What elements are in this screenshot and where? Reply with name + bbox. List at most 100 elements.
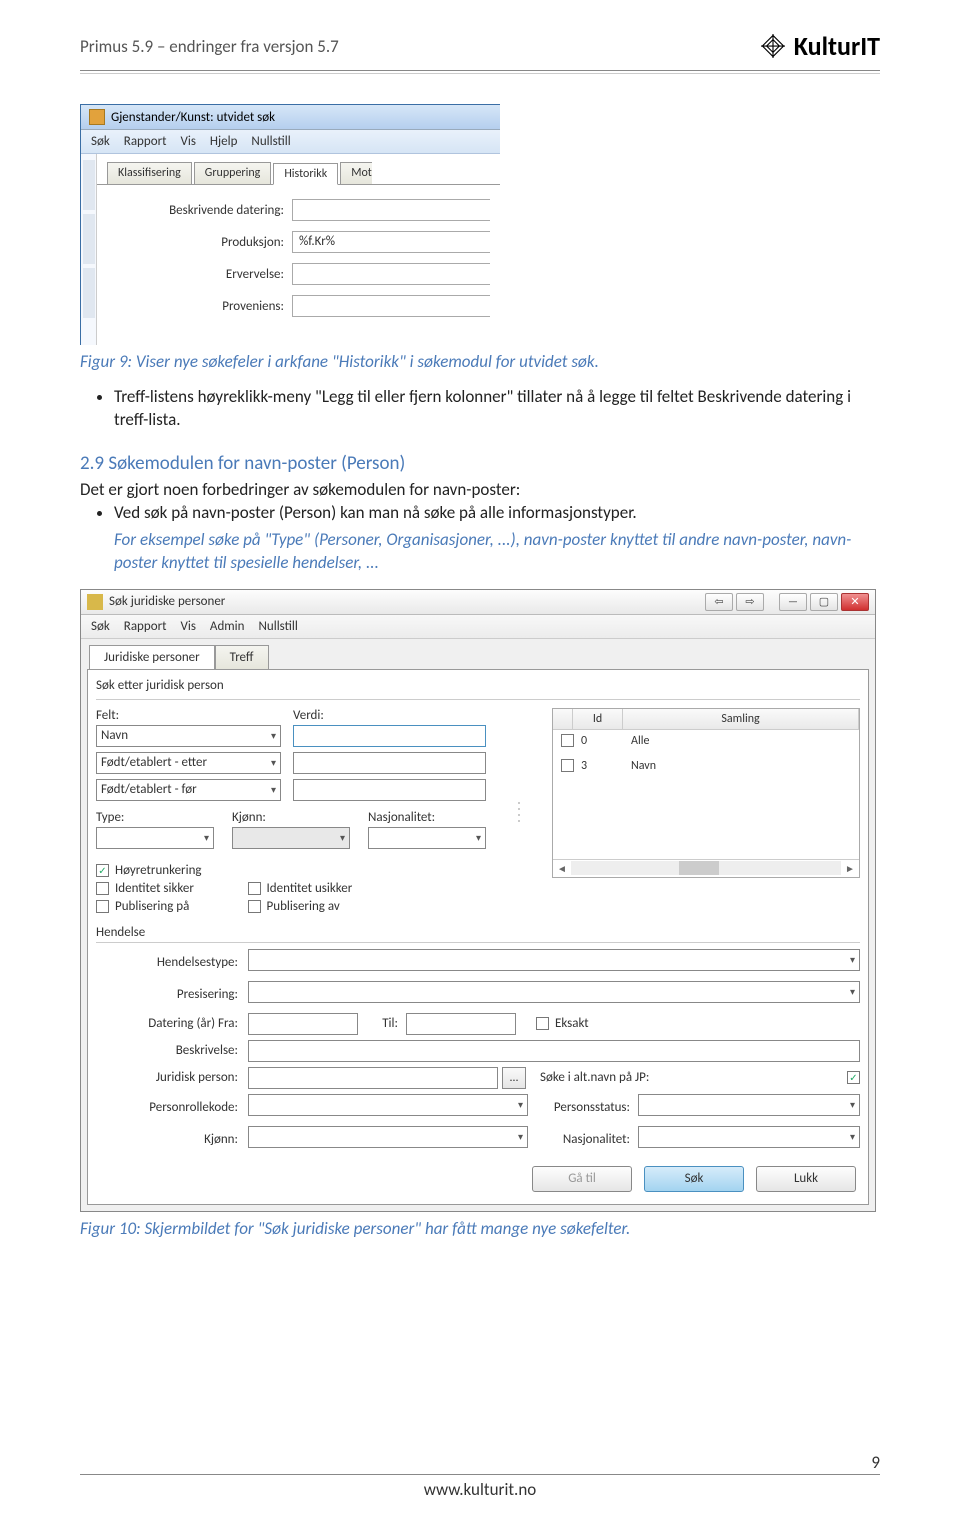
checkbox-identitet-usikker[interactable] xyxy=(248,882,261,895)
table-row[interactable]: 0 Alle xyxy=(553,730,859,755)
combo-personsstatus[interactable] xyxy=(638,1094,860,1116)
browse-button[interactable]: … xyxy=(502,1067,526,1089)
menu-vis[interactable]: Vis xyxy=(180,134,195,149)
app-icon xyxy=(89,109,105,125)
tab-gruppering[interactable]: Gruppering xyxy=(194,162,272,184)
window-title-2: Søk juridiske personer xyxy=(109,594,225,609)
menu-rapport[interactable]: Rapport xyxy=(124,134,167,149)
th-id[interactable]: Id xyxy=(573,709,623,729)
input-verdi-1[interactable] xyxy=(293,725,486,747)
checkbox-hoyretrunkering[interactable]: ✓ xyxy=(96,864,109,877)
tab-klassifisering[interactable]: Klassifisering xyxy=(107,162,192,184)
tab-historikk[interactable]: Historikk xyxy=(273,163,338,185)
screenshot-historikk-window: Gjenstander/Kunst: utvidet søk Søk Rappo… xyxy=(80,104,500,345)
input-datering-til[interactable] xyxy=(406,1013,516,1035)
combo-personrollekode[interactable] xyxy=(248,1094,528,1116)
cb-label-identitet-usikker: Identitet usikker xyxy=(267,881,353,896)
nav-fwd-button[interactable]: ⇨ xyxy=(736,593,764,611)
cb-label-eksakt: Eksakt xyxy=(555,1016,589,1031)
section-heading-2-9: 2.9 Søkemodulen for navn-poster (Person) xyxy=(80,452,880,475)
lukk-button[interactable]: Lukk xyxy=(756,1166,856,1192)
th-samling[interactable]: Samling xyxy=(623,709,859,729)
menu2-sok[interactable]: Søk xyxy=(91,619,110,634)
header-rule xyxy=(80,70,880,71)
label-hendelsestype: Hendelsestype: xyxy=(96,955,248,970)
bullet-item-2: Ved søk på navn-poster (Person) kan man … xyxy=(114,502,880,525)
input-juridisk-person[interactable] xyxy=(248,1067,498,1089)
input-verdi-2[interactable] xyxy=(293,752,486,774)
minimize-button[interactable]: — xyxy=(779,593,807,611)
label-soke-altnavn: Søke i alt.navn på JP: xyxy=(526,1070,847,1085)
combo-hendelsestype[interactable] xyxy=(248,949,860,971)
checkbox-identitet-sikker[interactable] xyxy=(96,882,109,895)
maximize-button[interactable]: ▢ xyxy=(810,593,838,611)
window-titlebar-2: Søk juridiske personer ⇦ ⇨ — ▢ ✕ xyxy=(81,590,875,615)
label-type: Type: xyxy=(96,810,214,825)
label-nasjonalitet-2: Nasjonalitet: xyxy=(528,1132,638,1147)
menu2-rapport[interactable]: Rapport xyxy=(124,619,167,634)
example-text: For eksempel søke på "Type" (Personer, O… xyxy=(114,529,880,575)
checkbox-soke-altnavn[interactable]: ✓ xyxy=(847,1071,860,1084)
label-ervervelse: Ervervelse: xyxy=(107,267,292,282)
input-ervervelse[interactable] xyxy=(292,263,490,285)
checkbox-publisering-av[interactable] xyxy=(248,900,261,913)
checkbox-eksakt[interactable] xyxy=(536,1017,549,1030)
label-proveniens: Proveniens: xyxy=(107,299,292,314)
label-personsstatus: Personsstatus: xyxy=(528,1100,638,1115)
cell-name: Navn xyxy=(623,757,859,778)
menu2-vis[interactable]: Vis xyxy=(180,619,195,634)
cb-label-publisering-pa: Publisering på xyxy=(115,899,189,914)
bullet-item-1: Treff-listens høyreklikk-meny "Legg til … xyxy=(114,386,880,432)
input-beskrivelse[interactable] xyxy=(248,1040,860,1062)
checkbox-publisering-pa[interactable] xyxy=(96,900,109,913)
tab-treff[interactable]: Treff xyxy=(215,645,269,669)
figure-caption-9: Figur 9: Viser nye søkefeler i arkfane "… xyxy=(80,351,880,372)
combo-felt-navn[interactable]: Navn xyxy=(96,725,281,747)
cell-id: 3 xyxy=(573,757,623,778)
tab-juridiske-personer[interactable]: Juridiske personer xyxy=(89,645,215,669)
menubar-2: Søk Rapport Vis Admin Nullstill xyxy=(81,615,875,639)
window-title: Gjenstander/Kunst: utvidet søk xyxy=(111,110,275,125)
intro-paragraph: Det er gjort noen forbedringer av søkemo… xyxy=(80,479,880,502)
cell-id: 0 xyxy=(573,732,623,753)
combo-kjonn[interactable] xyxy=(232,827,350,849)
menu-sok[interactable]: Søk xyxy=(91,134,110,149)
table-row[interactable]: 3 Navn xyxy=(553,755,859,780)
brand-logo: KulturIT xyxy=(758,30,880,62)
combo-felt-fodt-for[interactable]: Født/etablert - før xyxy=(96,779,281,801)
splitter-handle[interactable] xyxy=(514,708,524,917)
combo-felt-fodt-etter[interactable]: Født/etablert - etter xyxy=(96,752,281,774)
combo-presisering[interactable] xyxy=(248,981,860,1003)
input-proveniens[interactable] xyxy=(292,295,490,317)
label-presisering: Presisering: xyxy=(96,987,248,1002)
screenshot-juridiske-window: Søk juridiske personer ⇦ ⇨ — ▢ ✕ Søk Rap… xyxy=(80,589,876,1212)
label-kjonn: Kjønn: xyxy=(232,810,350,825)
samling-table: Id Samling 0 Alle 3 xyxy=(552,708,860,878)
input-beskrivende-datering[interactable] xyxy=(292,199,490,221)
menu-hjelp[interactable]: Hjelp xyxy=(210,134,238,149)
h-scrollbar[interactable]: ◄► xyxy=(553,859,859,877)
combo-type[interactable] xyxy=(96,827,214,849)
cb-label-hoyretrunkering: Høyretrunkering xyxy=(115,863,202,878)
window-titlebar: Gjenstander/Kunst: utvidet søk xyxy=(81,105,500,130)
combo-kjonn-2[interactable] xyxy=(248,1126,528,1148)
tab-mot[interactable]: Mot xyxy=(340,162,372,184)
label-felt: Felt: xyxy=(96,708,281,723)
menu-nullstill[interactable]: Nullstill xyxy=(251,134,290,149)
menu2-admin[interactable]: Admin xyxy=(210,619,245,634)
combo-nasjonalitet[interactable] xyxy=(368,827,486,849)
page-number: 9 xyxy=(871,1452,880,1473)
footer-rule xyxy=(80,1474,880,1475)
label-til: Til: xyxy=(358,1016,406,1031)
label-verdi: Verdi: xyxy=(293,708,486,723)
combo-nasjonalitet-2[interactable] xyxy=(638,1126,860,1148)
input-datering-fra[interactable] xyxy=(248,1013,358,1035)
sok-button[interactable]: Søk xyxy=(644,1166,744,1192)
gaatil-button[interactable]: Gå til xyxy=(532,1166,632,1192)
input-produksjon[interactable]: %f.Kr% xyxy=(292,231,490,253)
menu2-nullstill[interactable]: Nullstill xyxy=(258,619,297,634)
input-verdi-3[interactable] xyxy=(293,779,486,801)
figure-caption-10: Figur 10: Skjermbildet for "Søk juridisk… xyxy=(80,1218,880,1239)
nav-back-button[interactable]: ⇦ xyxy=(705,593,733,611)
close-button[interactable]: ✕ xyxy=(841,593,869,611)
